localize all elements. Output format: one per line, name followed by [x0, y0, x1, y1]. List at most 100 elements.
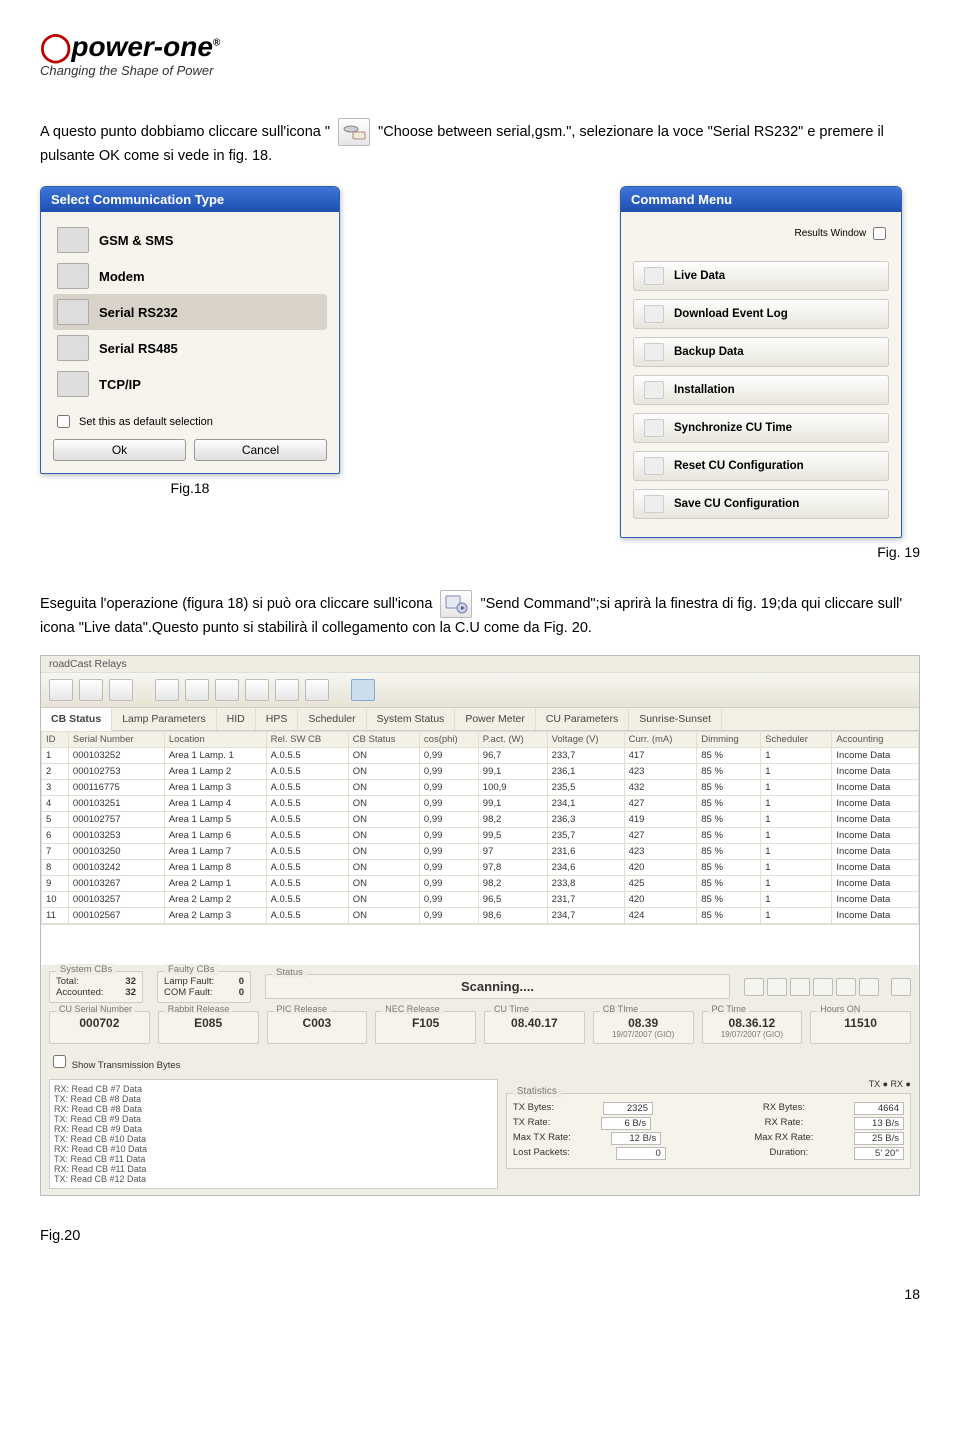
tab[interactable]: Power Meter	[455, 708, 536, 730]
status-icon[interactable]	[891, 978, 911, 996]
table-row[interactable]: 10000103257Area 2 Lamp 2A.0.5.5ON0,9996,…	[42, 891, 919, 907]
data-table: IDSerial NumberLocationRel. SW CBCB Stat…	[41, 731, 919, 924]
status-group: Status Scanning....	[265, 974, 730, 999]
column-header[interactable]: Serial Number	[68, 731, 164, 747]
status-icons	[744, 978, 911, 996]
toolbar-icon[interactable]	[49, 679, 73, 701]
toolbar-icon[interactable]	[155, 679, 179, 701]
command-button[interactable]: Download Event Log	[633, 299, 889, 329]
status-icon[interactable]	[790, 978, 810, 996]
log-line: TX: Read CB #11 Data	[54, 1154, 493, 1164]
comm-option[interactable]: GSM & SMS	[53, 222, 327, 258]
column-header[interactable]: Dimming	[697, 731, 761, 747]
status-icon[interactable]	[813, 978, 833, 996]
comm-icon	[57, 227, 89, 253]
dialog-title: Command Menu	[621, 187, 901, 212]
command-button[interactable]: Synchronize CU Time	[633, 413, 889, 443]
command-icon	[644, 457, 664, 475]
faulty-cbs-group: Faulty CBs Lamp Fault:0 COM Fault:0	[157, 971, 251, 1003]
table-row[interactable]: 2000102753Area 1 Lamp 2A.0.5.5ON0,9999,1…	[42, 763, 919, 779]
comm-option[interactable]: Modem	[53, 258, 327, 294]
column-header[interactable]: Location	[164, 731, 266, 747]
column-header[interactable]: Voltage (V)	[547, 731, 624, 747]
table-row[interactable]: 9000103267Area 2 Lamp 1A.0.5.5ON0,9998,2…	[42, 875, 919, 891]
column-header[interactable]: Rel. SW CB	[266, 731, 348, 747]
column-header[interactable]: P.act. (W)	[478, 731, 547, 747]
status-icon[interactable]	[859, 978, 879, 996]
logo-text: ◯power-one®	[40, 30, 920, 63]
stat-row: Max TX Rate:12 B/sMax RX Rate:25 B/s	[513, 1132, 904, 1145]
tab[interactable]: Sunrise-Sunset	[629, 708, 722, 730]
table-row[interactable]: 6000103253Area 1 Lamp 6A.0.5.5ON0,9999,5…	[42, 827, 919, 843]
tx-log: RX: Read CB #7 DataTX: Read CB #8 DataRX…	[49, 1079, 498, 1189]
table-row[interactable]: 8000103242Area 1 Lamp 8A.0.5.5ON0,9997,8…	[42, 859, 919, 875]
tab[interactable]: HID	[217, 708, 256, 730]
default-selection-checkbox[interactable]: Set this as default selection	[53, 412, 327, 431]
comm-option[interactable]: TCP/IP	[53, 366, 327, 402]
toolbar-icon[interactable]	[109, 679, 133, 701]
table-row[interactable]: 4000103251Area 1 Lamp 4A.0.5.5ON0,9999,1…	[42, 795, 919, 811]
send-command-icon	[440, 590, 472, 618]
comm-option[interactable]: Serial RS485	[53, 330, 327, 366]
command-button[interactable]: Reset CU Configuration	[633, 451, 889, 481]
table-row[interactable]: 7000103250Area 1 Lamp 7A.0.5.5ON0,999723…	[42, 843, 919, 859]
command-icon	[644, 343, 664, 361]
log-line: RX: Read CB #8 Data	[54, 1104, 493, 1114]
column-header[interactable]: Curr. (mA)	[624, 731, 697, 747]
tab[interactable]: CB Status	[41, 708, 112, 731]
log-line: TX: Read CB #9 Data	[54, 1114, 493, 1124]
release-box: NEC ReleaseF105	[375, 1011, 476, 1044]
ok-button[interactable]: Ok	[53, 439, 186, 461]
toolbar-icon[interactable]	[305, 679, 329, 701]
modem-icon	[338, 118, 370, 146]
tab[interactable]: HPS	[256, 708, 299, 730]
cancel-button[interactable]: Cancel	[194, 439, 327, 461]
statistics-group: Statistics TX Bytes:2325RX Bytes:4664TX …	[506, 1093, 911, 1169]
toolbar-icon[interactable]	[275, 679, 299, 701]
column-header[interactable]: cos(phi)	[419, 731, 478, 747]
table-row[interactable]: 5000102757Area 1 Lamp 5A.0.5.5ON0,9998,2…	[42, 811, 919, 827]
tab[interactable]: CU Parameters	[536, 708, 629, 730]
system-cbs-group: System CBs Total:32 Accounted:32	[49, 971, 143, 1003]
column-header[interactable]: CB Status	[348, 731, 419, 747]
comm-option[interactable]: Serial RS232	[53, 294, 327, 330]
log-line: TX: Read CB #8 Data	[54, 1094, 493, 1104]
command-icon	[644, 305, 664, 323]
logo: ◯power-one® Changing the Shape of Power	[40, 30, 920, 78]
table-row[interactable]: 1000103252Area 1 Lamp. 1A.0.5.5ON0,9996,…	[42, 747, 919, 763]
info-icon[interactable]	[351, 679, 375, 701]
table-row[interactable]: 11000102567Area 2 Lamp 3A.0.5.5ON0,9998,…	[42, 907, 919, 923]
command-button[interactable]: Save CU Configuration	[633, 489, 889, 519]
column-header[interactable]: Scheduler	[761, 731, 832, 747]
stat-row: TX Bytes:2325RX Bytes:4664	[513, 1102, 904, 1115]
command-icon	[644, 495, 664, 513]
release-box: CU Serial Number000702	[49, 1011, 150, 1044]
column-header[interactable]: Accounting	[832, 731, 919, 747]
status-icon[interactable]	[744, 978, 764, 996]
show-tx-checkbox[interactable]: Show Transmission Bytes	[49, 1052, 911, 1071]
toolbar-icon[interactable]	[245, 679, 269, 701]
tab[interactable]: Scheduler	[298, 708, 366, 730]
table-row[interactable]: 3000116775Area 1 Lamp 3A.0.5.5ON0,99100,…	[42, 779, 919, 795]
paragraph-1: A questo punto dobbiamo cliccare sull'ic…	[40, 118, 920, 166]
tab[interactable]: System Status	[367, 708, 456, 730]
release-box: CU Time08.40.17	[484, 1011, 585, 1044]
checkbox-icon[interactable]	[57, 415, 70, 428]
status-icon[interactable]	[767, 978, 787, 996]
command-button[interactable]: Installation	[633, 375, 889, 405]
log-line: RX: Read CB #7 Data	[54, 1084, 493, 1094]
tab[interactable]: Lamp Parameters	[112, 708, 216, 730]
toolbar-icon[interactable]	[185, 679, 209, 701]
status-icon[interactable]	[836, 978, 856, 996]
comm-icon	[57, 263, 89, 289]
fig18-label: Fig.18	[40, 480, 340, 496]
page-number: 18	[40, 1286, 920, 1302]
column-header[interactable]: ID	[42, 731, 69, 747]
results-window-checkbox[interactable]: Results Window	[633, 222, 889, 253]
menu-bar[interactable]: roadCast Relays	[41, 656, 919, 673]
toolbar-icon[interactable]	[215, 679, 239, 701]
command-button[interactable]: Live Data	[633, 261, 889, 291]
paragraph-2: Eseguita l'operazione (figura 18) si può…	[40, 590, 920, 638]
toolbar-icon[interactable]	[79, 679, 103, 701]
command-button[interactable]: Backup Data	[633, 337, 889, 367]
